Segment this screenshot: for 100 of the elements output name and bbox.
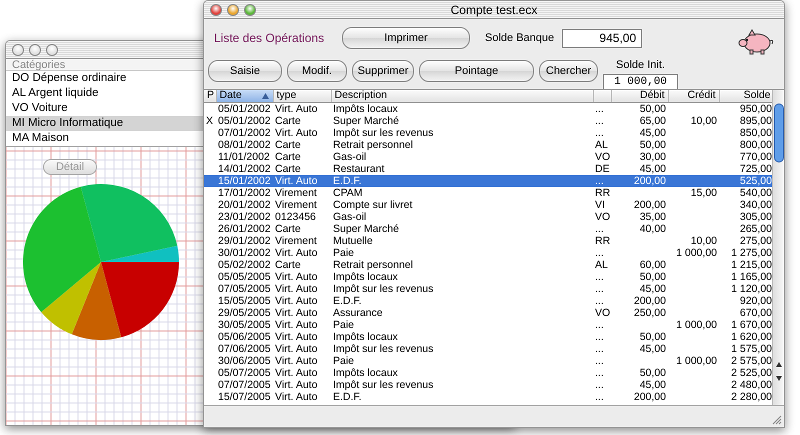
table-row[interactable]: 07/01/2002 Virt. Auto Impôt sur les revenus ... 45,00 850,00 — [204, 126, 772, 138]
print-button[interactable]: Imprimer — [342, 27, 470, 49]
table-cell-text: VO — [594, 210, 611, 222]
table-row[interactable]: 05/02/2002 Carte Retrait personnel AL 60,00 1 215,00 — [204, 258, 772, 270]
table-row[interactable]: 30/06/2005 Virt. Auto Paie ... 1 000,00 2 575,00 — [204, 354, 772, 366]
zoom-button[interactable] — [46, 44, 58, 56]
toolbar-button[interactable]: Supprimer — [352, 60, 414, 82]
category-item[interactable]: MA Maison — [6, 131, 203, 146]
table-row[interactable]: 07/07/2005 Virt. Auto Impôt sur les revenus ... 45,00 2 480,00 — [204, 378, 772, 390]
table-cell-text: 1 120,00 — [730, 282, 772, 294]
field-label: Solde Banque — [485, 30, 554, 46]
table-row[interactable]: 30/01/2002 Virt. Auto Paie ... 1 000,00 1 275,00 — [204, 246, 772, 258]
table-cell-text: ... — [594, 330, 605, 342]
column-header[interactable] — [593, 90, 611, 102]
table-cell: Virt. Auto — [273, 102, 331, 114]
close-button[interactable] — [12, 44, 24, 56]
table-row[interactable]: 29/01/2002 Virement Mutuelle RR 10,00 275,00 — [204, 234, 772, 246]
column-header[interactable]: P — [204, 90, 216, 102]
table-row[interactable]: 14/01/2002 Carte Restaurant DE 45,00 725,00 — [204, 162, 772, 174]
table-cell-text: Virt. Auto — [274, 318, 318, 330]
column-header[interactable]: type — [273, 90, 331, 102]
toolbar-button[interactable]: Saisie — [208, 60, 282, 82]
column-header[interactable]: Débit — [611, 90, 668, 102]
table-cell-text: RR — [594, 234, 611, 246]
balance-field[interactable]: 945,00 — [562, 28, 642, 48]
table-row[interactable]: 29/05/2005 Virt. Auto Assurance VO 250,00 670,00 — [204, 306, 772, 318]
table-cell-text: VI — [594, 198, 606, 210]
table-cell-text: 15/07/2005 — [217, 390, 272, 402]
table-cell-text: Virement — [274, 234, 318, 246]
table-row[interactable]: 17/01/2002 Virement CPAM RR 15,00 540,00 — [204, 186, 772, 198]
table-cell-text: Carte — [274, 222, 302, 234]
initial-balance-field[interactable]: 1 000,00 — [603, 74, 678, 90]
table-cell-text: ... — [594, 390, 605, 402]
table-cell-text: X — [205, 114, 214, 126]
table-cell-text: Gas-oil — [332, 210, 368, 222]
table-row[interactable]: 30/05/2005 Virt. Auto Paie ... 1 000,00 1 670,00 — [204, 318, 772, 330]
table-cell-text: 29/05/2005 — [217, 306, 272, 318]
table-row[interactable]: 20/01/2002 Virement Compte sur livret VI 200,00 340,00 — [204, 198, 772, 210]
close-button[interactable] — [210, 4, 222, 16]
column-header[interactable]: Date — [216, 90, 273, 102]
resize-grip-icon[interactable] — [772, 415, 782, 425]
table-cell-text: ... — [594, 294, 605, 306]
table-cell-text: 1 000,00 — [675, 354, 718, 366]
column-header[interactable]: Crédit — [668, 90, 719, 102]
toolbar-button[interactable]: Modif. — [287, 60, 347, 82]
table-cell-text: E.D.F. — [332, 390, 363, 402]
table-row[interactable]: 05/05/2005 Virt. Auto Impôts locaux ... 50,00 1 165,00 — [204, 270, 772, 282]
table-cell-text: ... — [594, 342, 605, 354]
table-cell-text: 1 000,00 — [675, 318, 718, 330]
category-item[interactable]: VO Voiture — [6, 101, 203, 116]
table-row[interactable]: 11/01/2002 Carte Gas-oil VO 30,00 770,00 — [204, 150, 772, 162]
table-cell-text: Impôt sur les revenus — [332, 126, 434, 138]
table-cell-text: 50,00 — [638, 138, 667, 150]
zoom-button[interactable] — [244, 4, 256, 16]
table-cell-text: E.D.F. — [332, 294, 363, 306]
category-item[interactable]: MI Micro Informatique — [6, 116, 203, 131]
table-cell-text: 50,00 — [638, 270, 667, 282]
table-row[interactable]: 15/05/2005 Virt. Auto E.D.F. ... 200,00 920,00 — [204, 294, 772, 306]
column-header[interactable]: Description — [331, 90, 593, 102]
table-row[interactable]: 05/06/2005 Virt. Auto Impôts locaux ... 50,00 1 620,00 — [204, 330, 772, 342]
table-cell-text: 305,00 — [738, 210, 772, 222]
table-row[interactable]: 23/01/2002 0123456 Gas-oil VO 35,00 305,00 — [204, 210, 772, 222]
table-row[interactable]: 05/01/2002 Virt. Auto Impôts locaux ... 50,00 950,00 — [204, 102, 772, 114]
category-item[interactable]: DO Dépense ordinaire — [6, 71, 203, 86]
minimize-button[interactable] — [29, 44, 41, 56]
table-row[interactable]: X 05/01/2002 Carte Super Marché ... 65,00 10,00 895,00 — [204, 114, 772, 126]
table-cell-text: 20/01/2002 — [217, 198, 272, 210]
table-cell-text: 920,00 — [738, 294, 772, 306]
table-row[interactable]: 26/01/2002 Carte Super Marché ... 40,00 265,00 — [204, 222, 772, 234]
table-cell-text: Virt. Auto — [274, 378, 318, 390]
table-cell: CPAM — [331, 186, 593, 198]
category-item[interactable]: AL Argent liquide — [6, 86, 203, 101]
table-cell-text: Virt. Auto — [274, 306, 318, 318]
table-row[interactable]: 08/01/2002 Carte Retrait personnel AL 50,00 800,00 — [204, 138, 772, 150]
table-cell-text: 1 620,00 — [730, 330, 772, 342]
table-cell-text: DE — [594, 162, 611, 174]
table-cell-text: 50,00 — [638, 330, 667, 342]
table-cell-text: AL — [594, 258, 609, 270]
table-row[interactable]: 07/06/2005 Virt. Auto Impôt sur les revenus ... 45,00 1 575,00 — [204, 342, 772, 354]
table-cell-text: VO — [594, 150, 611, 162]
table-cell-text: 45,00 — [638, 342, 667, 354]
table-cell-text: 0123456 — [274, 210, 317, 222]
table-cell-text: 1 275,00 — [730, 246, 772, 258]
table-cell-text: ... — [594, 114, 605, 126]
table-cell-text: Virt. Auto — [274, 270, 318, 282]
table-cell-text: Super Marché — [332, 222, 400, 234]
table-row[interactable]: 07/05/2005 Virt. Auto Impôt sur les revenus ... 45,00 1 120,00 — [204, 282, 772, 294]
table-cell-text: 07/06/2005 — [217, 342, 272, 354]
table-cell-text: 2 280,00 — [730, 390, 772, 402]
column-header[interactable]: Solde — [719, 90, 772, 102]
minimize-button[interactable] — [227, 4, 239, 16]
toolbar-button[interactable]: Pointage — [419, 60, 534, 82]
table-row[interactable]: 15/07/2005 Virt. Auto E.D.F. ... 200,00 2 280,00 — [204, 390, 772, 402]
table-cell-text: Virt. Auto — [274, 282, 318, 294]
table-row[interactable]: 15/01/2002 Virt. Auto E.D.F. ... 200,00 525,00 — [204, 174, 772, 186]
table-row[interactable]: 05/07/2005 Virt. Auto Impôts locaux ... 50,00 2 525,00 — [204, 366, 772, 378]
table-cell-text: 800,00 — [738, 138, 772, 150]
toolbar-button[interactable]: Chercher — [539, 60, 598, 82]
table-cell-text: Carte — [274, 114, 302, 126]
table-cell-text: Carte — [274, 162, 302, 174]
